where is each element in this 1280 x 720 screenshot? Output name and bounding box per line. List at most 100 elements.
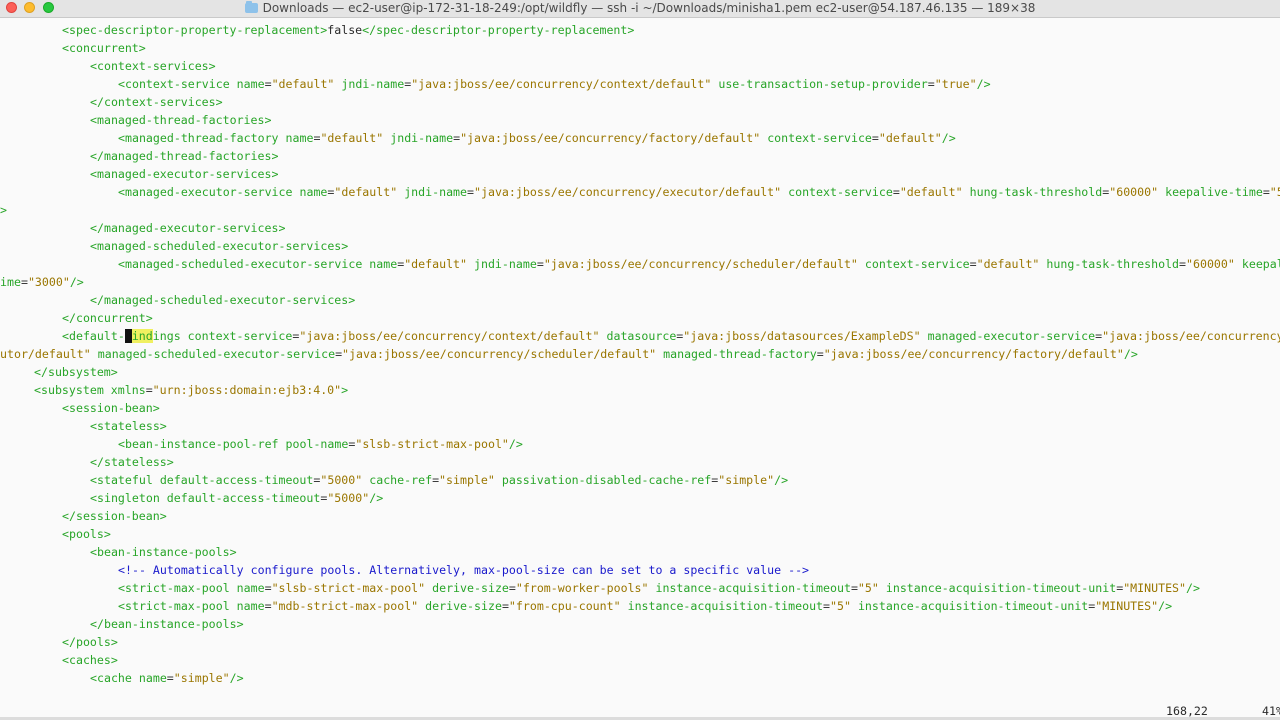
code-token: pool-name — [285, 437, 349, 451]
code-token: name — [236, 599, 265, 613]
code-line: <spec-descriptor-property-replacement>fa… — [62, 21, 634, 39]
folder-icon — [244, 1, 258, 13]
code-token: <bean-instance-pool-ref — [118, 437, 286, 451]
code-token: utor/default" — [0, 347, 91, 361]
code-token: <bean-instance-pools> — [90, 545, 237, 559]
code-token: managed-scheduled-executor-service — [90, 347, 336, 361]
code-token: <default- — [62, 329, 125, 343]
code-token: <concurrent> — [62, 41, 146, 55]
code-token: /> — [1186, 581, 1200, 595]
code-token: name — [369, 257, 398, 271]
code-token: /> — [69, 275, 84, 289]
code-token: </bean-instance-pools> — [90, 617, 244, 631]
code-token: = — [871, 131, 879, 145]
code-token: = — [1262, 185, 1270, 199]
text-cursor: b — [124, 329, 132, 343]
code-token: </managed-scheduled-executor-services> — [90, 293, 356, 307]
code-token: <session-bean> — [62, 401, 160, 415]
code-line: <caches> — [62, 651, 118, 669]
code-line: </managed-scheduled-executor-services> — [90, 291, 355, 309]
code-token: use-transaction-setup-provider — [711, 77, 928, 91]
code-token: jndi-name — [397, 185, 468, 199]
window-title-wrap: Downloads — ec2-user@ip-172-31-18-249:/o… — [0, 1, 1280, 15]
code-token: <spec-descriptor-property-replacement> — [62, 23, 328, 37]
code-token: "from-worker-pools" — [515, 581, 649, 595]
code-token: default-access-timeout — [159, 473, 314, 487]
code-token: "java:jboss/ee/concurrency/factory/defau… — [823, 347, 1124, 361]
code-token: "java:jboss/ee/concurrency/scheduler/def… — [342, 347, 657, 361]
code-token: "mdb-strict-max-pool" — [271, 599, 419, 613]
code-token: = — [20, 275, 28, 289]
code-line: <session-bean> — [62, 399, 160, 417]
code-token: <strict-max-pool — [118, 581, 237, 595]
code-token: "5000" — [320, 473, 363, 487]
code-token: default-access-timeout — [166, 491, 321, 505]
code-token: = — [501, 599, 509, 613]
code-token: <managed-thread-factories> — [90, 113, 272, 127]
code-token: "default" — [878, 131, 942, 145]
code-token: = — [453, 131, 461, 145]
code-token: = — [927, 77, 935, 91]
code-token: "5 — [1269, 185, 1280, 199]
code-token: /> — [976, 77, 991, 91]
code-token: datasource — [599, 329, 677, 343]
code-token: "true" — [934, 77, 977, 91]
code-token: <stateful — [90, 473, 160, 487]
code-token: "from-cpu-count" — [508, 599, 621, 613]
code-token: keepali — [1241, 257, 1280, 271]
code-token: "60000" — [1109, 185, 1159, 199]
code-token: "default" — [976, 257, 1040, 271]
code-line: <!-- Automatically configure pools. Alte… — [118, 561, 809, 579]
code-token: </pools> — [62, 635, 118, 649]
code-token: "60000" — [1186, 257, 1235, 271]
code-token: <managed-executor-service — [118, 185, 300, 199]
code-token: "default" — [334, 185, 398, 199]
code-token: managed-executor-service — [920, 329, 1096, 343]
code-token: = — [467, 185, 475, 199]
code-line: </managed-executor-services> — [90, 219, 285, 237]
code-token: hung-task-threshold — [962, 185, 1103, 199]
code-line: </concurrent> — [62, 309, 153, 327]
code-token: "java:jboss/ee/concurrency/context/defau… — [299, 329, 600, 343]
code-token: "java:jboss/ee/concurrency/executor/defa… — [474, 185, 782, 199]
code-token: context-service — [187, 329, 293, 343]
code-line: <managed-executor-services> — [90, 165, 278, 183]
code-token: "default" — [320, 131, 384, 145]
code-token: </stateless> — [90, 455, 174, 469]
code-token: <managed-executor-services> — [90, 167, 279, 181]
code-token: = — [850, 581, 858, 595]
code-token: = — [1179, 257, 1187, 271]
code-token: "MINUTES" — [1123, 581, 1187, 595]
code-token: ime — [0, 275, 21, 289]
code-token: = — [335, 347, 343, 361]
code-token: /> — [941, 131, 956, 145]
code-token: false — [327, 23, 363, 37]
code-token: "5" — [830, 599, 851, 613]
code-line: <managed-thread-factories> — [90, 111, 271, 129]
code-token: </spec-descriptor-property-replacement> — [362, 23, 635, 37]
code-token: "simple" — [173, 671, 230, 685]
code-token: <!-- Automatically configure pools. Alte… — [118, 563, 810, 577]
code-token: instance-acquisition-timeout-unit — [878, 581, 1117, 595]
code-line: ime="3000"/> — [0, 273, 84, 291]
code-token: context-service — [857, 257, 970, 271]
code-line: utor/default" managed-scheduled-executor… — [0, 345, 1138, 363]
code-line: <pools> — [62, 525, 111, 543]
code-line: <concurrent> — [62, 39, 146, 57]
code-line: <subsystem xmlns="urn:jboss:domain:ejb3:… — [34, 381, 348, 399]
terminal-editor[interactable]: <spec-descriptor-property-replacement>fa… — [0, 18, 1280, 702]
code-token: <singleton — [90, 491, 167, 505]
code-token: "default" — [271, 77, 335, 91]
code-token: "slsb-strict-max-pool" — [271, 581, 426, 595]
code-token: <managed-thread-factory — [118, 131, 286, 145]
code-token: = — [264, 77, 272, 91]
code-line: </pools> — [62, 633, 118, 651]
code-line: </managed-thread-factories> — [90, 147, 278, 165]
code-token: instance-acquisition-timeout-unit — [850, 599, 1089, 613]
code-token: keepalive-time — [1158, 185, 1263, 199]
code-token: hung-task-threshold — [1039, 257, 1180, 271]
code-line: <cache name="simple"/> — [90, 669, 244, 687]
code-token: instance-acquisition-timeout — [648, 581, 851, 595]
code-token: jndi-name — [383, 131, 454, 145]
code-token: instance-acquisition-timeout — [620, 599, 824, 613]
